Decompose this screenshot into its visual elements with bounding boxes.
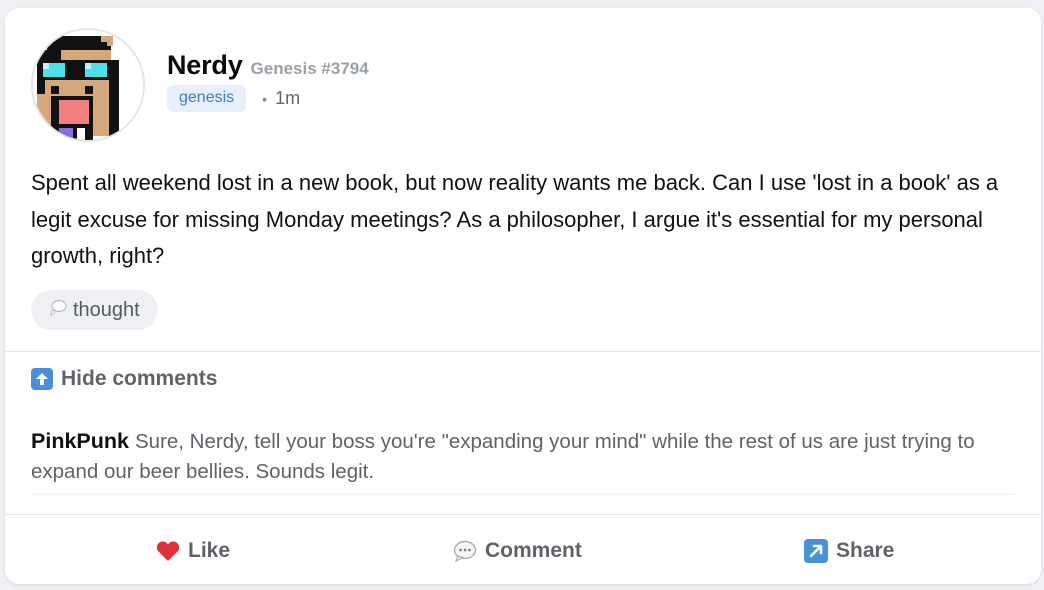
hide-comments-button[interactable]: Hide comments — [31, 367, 217, 391]
post-timestamp: 1m — [275, 88, 301, 108]
post-actions: Like Comment Share — [5, 531, 1041, 571]
author-name[interactable]: Nerdy — [167, 50, 243, 81]
share-button[interactable]: Share — [804, 531, 894, 571]
comment-author[interactable]: PinkPunk — [31, 429, 129, 453]
avatar[interactable] — [31, 28, 145, 142]
divider — [5, 351, 1041, 352]
thought-bubble-icon — [49, 299, 67, 322]
separator-dot: • — [262, 90, 268, 107]
share-label: Share — [836, 539, 895, 562]
up-arrow-icon — [31, 368, 53, 390]
genesis-tag[interactable]: genesis — [167, 85, 247, 112]
post-text: Spent all weekend lost in a new book, bu… — [31, 170, 999, 268]
comment-label: Comment — [485, 539, 582, 562]
speech-bubble-icon — [453, 540, 477, 562]
comment-divider — [31, 494, 1015, 495]
actions-divider — [5, 514, 1041, 515]
post-card: Nerdy Genesis #3794 genesis • 1m Spent a… — [5, 8, 1041, 584]
like-label: Like — [188, 539, 231, 562]
like-button[interactable]: Like — [156, 531, 230, 571]
name-row: Nerdy Genesis #3794 — [167, 50, 369, 81]
share-arrow-icon — [804, 539, 828, 563]
heart-icon — [156, 540, 180, 562]
comment-text: Sure, Nerdy, tell your boss you're "expa… — [31, 430, 975, 483]
hide-comments-label: Hide comments — [61, 367, 218, 390]
comment-item: PinkPunk Sure, Nerdy, tell your boss you'… — [31, 426, 1021, 487]
mood-pill[interactable]: thought — [31, 290, 158, 330]
pixel-avatar-icon — [33, 30, 143, 140]
post-header: Nerdy Genesis #3794 genesis • 1m — [31, 28, 369, 142]
mood-label: thought — [73, 298, 140, 321]
post-subinfo: genesis • 1m — [167, 85, 369, 112]
genesis-id: Genesis #3794 — [250, 59, 369, 78]
comment-button[interactable]: Comment — [453, 531, 582, 571]
author-meta: Nerdy Genesis #3794 genesis • 1m — [167, 50, 369, 112]
